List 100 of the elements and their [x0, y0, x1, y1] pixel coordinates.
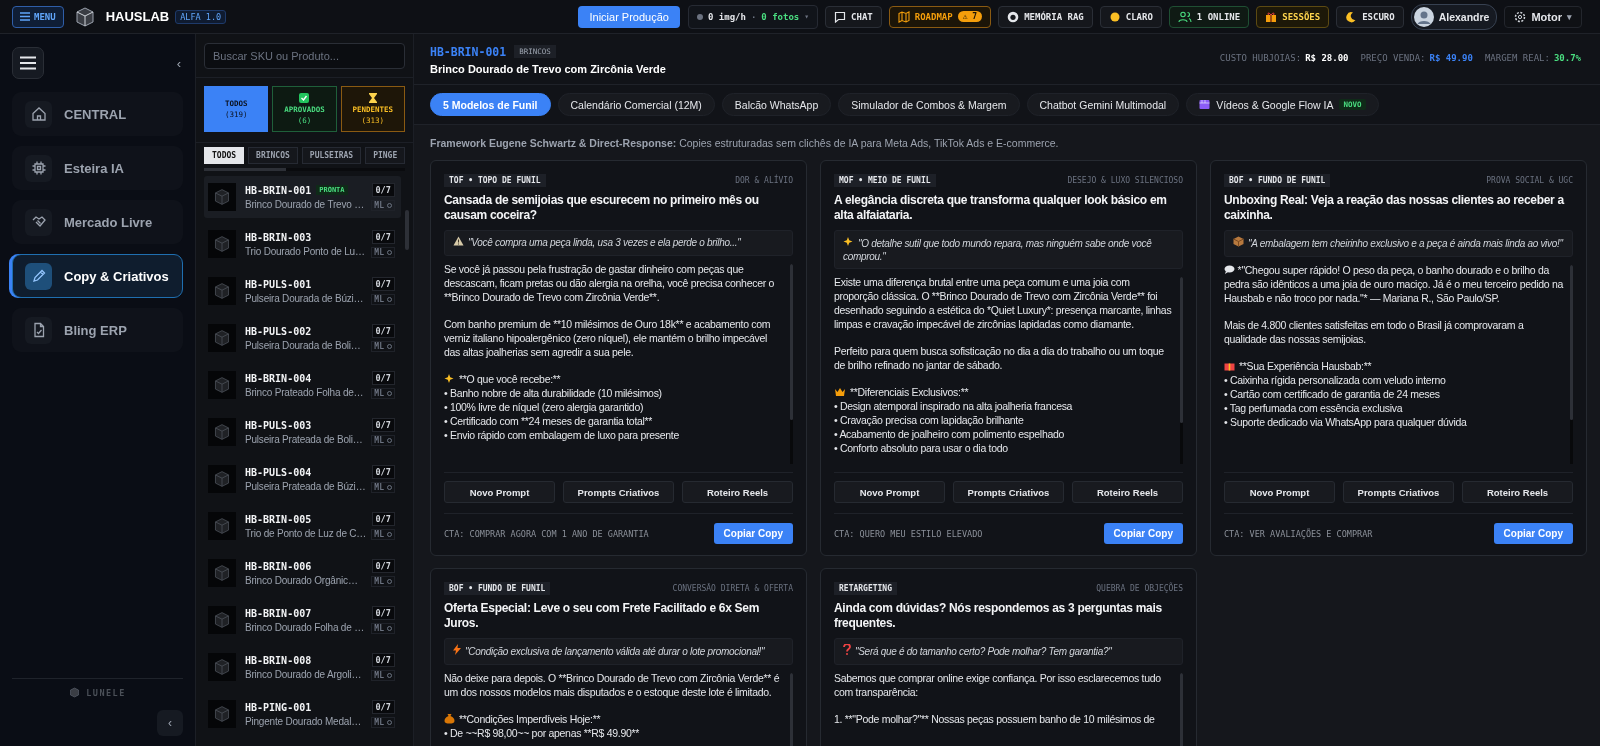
tab[interactable]: Chatbot Gemini Multimodal — [1026, 93, 1180, 116]
product-item[interactable]: HB-PING-001 Pingente Dourado Medal… 0/7 ML — [204, 693, 401, 735]
list-item: • Cravação precisa com lapidação brilhante — [834, 413, 1025, 427]
progress-count: 0/7 — [371, 559, 395, 573]
stats-pill[interactable]: 0 img/h · 0 fotos ▾ — [687, 4, 819, 29]
product-name: Brinco Dourado Orgânic… — [245, 574, 359, 586]
tab[interactable]: Calendário Comercial (12M) — [557, 93, 715, 116]
funnel-tag: BOF • FUNDO DE FUNIL — [444, 582, 551, 595]
action-button[interactable]: Prompts Criativos — [563, 481, 674, 503]
nav-item[interactable]: Mercado Livre — [12, 200, 183, 244]
product-item[interactable]: HB-BRIN-005 Trio de Ponto de Luz de C… 0/7 ML — [204, 505, 401, 547]
app-brand: HAUSLAB — [105, 9, 170, 24]
product-name: Pulseira Dourada de Boli… — [245, 339, 362, 351]
hook-quote: "O detalhe sutil que todo mundo repara, mas ninguém sabe onde você comprou." — [834, 230, 1183, 269]
product-name: Brinco Dourado de Argoli… — [245, 668, 363, 680]
product-item[interactable]: HB-BRIN-006 Brinco Dourado Orgânic… 0/7 ML — [204, 552, 401, 594]
user-chip[interactable]: Alexandre — [1410, 3, 1498, 30]
map-icon — [897, 10, 910, 23]
progress-count: 0/7 — [371, 700, 395, 714]
list-item: • Suporte dedicado via WhatsApp para qualquer dúvida — [1224, 414, 1468, 429]
sun-icon — [1108, 10, 1121, 23]
action-button[interactable]: Novo Prompt — [444, 481, 555, 503]
action-button[interactable]: Novo Prompt — [834, 481, 945, 503]
product-item[interactable]: HB-BRIN-004 Brinco Prateado Folha de… 0/7 ML — [204, 364, 401, 406]
settings-icon — [1514, 10, 1527, 23]
copy-paragraph: Perfeito para quem busca sofisticação no dia a dia do trabalho ou um toque de brilho refinado no jantar de sábado. — [834, 344, 1165, 372]
copy-button[interactable]: Copiar Copy — [1493, 523, 1573, 544]
engine-dropdown[interactable]: Motor ▾ — [1504, 5, 1582, 28]
channel-label: ML — [374, 530, 384, 539]
product-item[interactable]: HB-PULS-003 Pulseira Prateada de Boli… 0/7 ML — [204, 411, 401, 453]
list-item: • Acabamento de joalheiro com polimento espelhado — [834, 427, 1066, 441]
tab[interactable]: 5 Modelos de Funil — [430, 93, 551, 116]
funnel-tag: RETARGETING — [834, 582, 897, 595]
product-name: Pulseira Dourada de Búzi… — [245, 292, 363, 304]
collapse-button[interactable]: ‹ — [157, 710, 183, 736]
copy-button[interactable]: Copiar Copy — [713, 523, 793, 544]
cube-icon — [69, 687, 81, 698]
product-item[interactable]: HB-BRIN-008 Brinco Dourado de Argoli… 0/7 ML — [204, 646, 401, 688]
nav-item[interactable]: Esteira IA — [12, 146, 183, 190]
menu-button[interactable] — [12, 47, 44, 79]
cube-icon — [213, 470, 231, 488]
status-circle-icon — [387, 297, 392, 302]
category-tab[interactable]: BRINCOS — [248, 147, 298, 164]
hook-quote: "A embalagem tem cheirinho exclusivo e a peça é ainda mais linda ao vivo!" — [1224, 230, 1573, 257]
progress-count: 0/7 — [371, 653, 395, 667]
status-circle-icon — [387, 626, 392, 631]
channel-label: ML — [374, 389, 384, 398]
search-field[interactable]: Buscar SKU ou Produto... — [204, 43, 405, 69]
category-tab[interactable]: PINGE — [365, 147, 406, 164]
collapse-button[interactable]: ‹ — [174, 55, 183, 71]
version-badge: ALFA 1.0 — [175, 9, 227, 24]
product-item[interactable]: HB-BRIN-007 Brinco Dourado Folha de … 0/7 ML — [204, 599, 401, 641]
copy-button[interactable]: Copiar Copy — [1103, 523, 1183, 544]
action-button[interactable]: Roteiro Reels — [1072, 481, 1183, 503]
product-title: Brinco Dourado de Trevo com Zircônia Verde — [430, 62, 666, 75]
copy-paragraph: Mais de 4.800 clientes satisfeitas em todo o Brasil já comprovaram a qualidade das nossas semijoias. — [1224, 317, 1525, 346]
action-button[interactable]: Prompts Criativos — [1343, 481, 1454, 503]
product-item[interactable]: HB-BRIN-003 Trio Dourado Ponto de Lu… 0/7 ML — [204, 223, 401, 265]
chat-button[interactable]: CHAT — [825, 5, 882, 28]
action-button[interactable]: Roteiro Reels — [1462, 481, 1573, 503]
category-tab[interactable]: PULSEIRAS — [301, 147, 362, 164]
nav-item[interactable]: Bling ERP — [12, 308, 183, 352]
dark-button[interactable]: ESCURO — [1336, 5, 1404, 28]
product-sku: HB-PULS-004 — [245, 466, 312, 478]
gift-icon — [1265, 10, 1278, 23]
list-item: • Tag perfumada com essência exclusiva — [1224, 400, 1404, 415]
action-button[interactable]: Roteiro Reels — [682, 481, 793, 503]
online-button[interactable]: 1 ONLINE — [1168, 5, 1250, 28]
hook-quote: "Condição exclusiva de lançamento válida até durar o lote promocional!" — [444, 638, 793, 665]
light-button[interactable]: CLARO — [1099, 5, 1162, 28]
nav-item[interactable]: CENTRAL — [12, 92, 183, 136]
menu-button[interactable]: MENU — [12, 5, 64, 28]
roadmap-button[interactable]: ROADMAP ⚠ 7 — [888, 5, 992, 28]
product-sku: HB-BRIN-001 — [430, 44, 507, 59]
angle-label: QUEBRA DE OBJEÇÕES — [1096, 584, 1183, 593]
action-button[interactable]: Novo Prompt — [1224, 481, 1335, 503]
memory-button[interactable]: MEMÓRIA RAG — [998, 5, 1093, 28]
copy-paragraph: Se você já passou pela frustração de gastar dinheiro com peças que descascam, ficam pretas ou dão alergia na orelha, você precisa conhecer o **Brinco Dourado de Trevo com Zircônia Verde**. — [444, 261, 776, 304]
product-item[interactable]: HB-PULS-001 Pulseira Dourada de Búzi… 0/7 ML — [204, 270, 401, 312]
nav-item[interactable]: Copy & Criativos — [12, 254, 183, 298]
channel-label: ML — [374, 436, 384, 445]
action-button[interactable]: Prompts Criativos — [953, 481, 1064, 503]
angle-label: CONVERSÃO DIRETA & OFERTA — [672, 584, 793, 593]
channel-label: ML — [374, 248, 384, 257]
product-item[interactable]: HB-PULS-002 Pulseira Dourada de Boli… 0/7 ML — [204, 317, 401, 359]
funnel-tag: BOF • FUNDO DE FUNIL — [1224, 174, 1331, 187]
list-heading: **O que você recebe:** — [459, 371, 561, 386]
list-item: • Conforto absoluto para usar o dia todo — [834, 441, 1009, 455]
start-production-button[interactable]: Iniciar Produção — [578, 5, 680, 28]
question-icon — [843, 644, 851, 655]
package-icon — [1233, 236, 1244, 247]
channel-label: ML — [374, 671, 384, 680]
tab[interactable]: Simulador de Combos & Margem — [838, 93, 1020, 116]
card-title: Unboxing Real: Veja a reação das nossas clientes ao receber a caixinha. — [1224, 193, 1566, 223]
product-item[interactable]: HB-PULS-004 Pulseira Prateada de Búzi… 0/7 ML — [204, 458, 401, 500]
status-circle-icon — [387, 673, 392, 678]
category-tab[interactable]: TODOS — [204, 147, 245, 164]
sessions-button[interactable]: SESSÕES — [1256, 5, 1330, 28]
tab[interactable]: Balcão WhatsApp — [721, 93, 832, 116]
list-item: • 100% livre de níquel (zero alergia garantido) — [444, 399, 645, 414]
